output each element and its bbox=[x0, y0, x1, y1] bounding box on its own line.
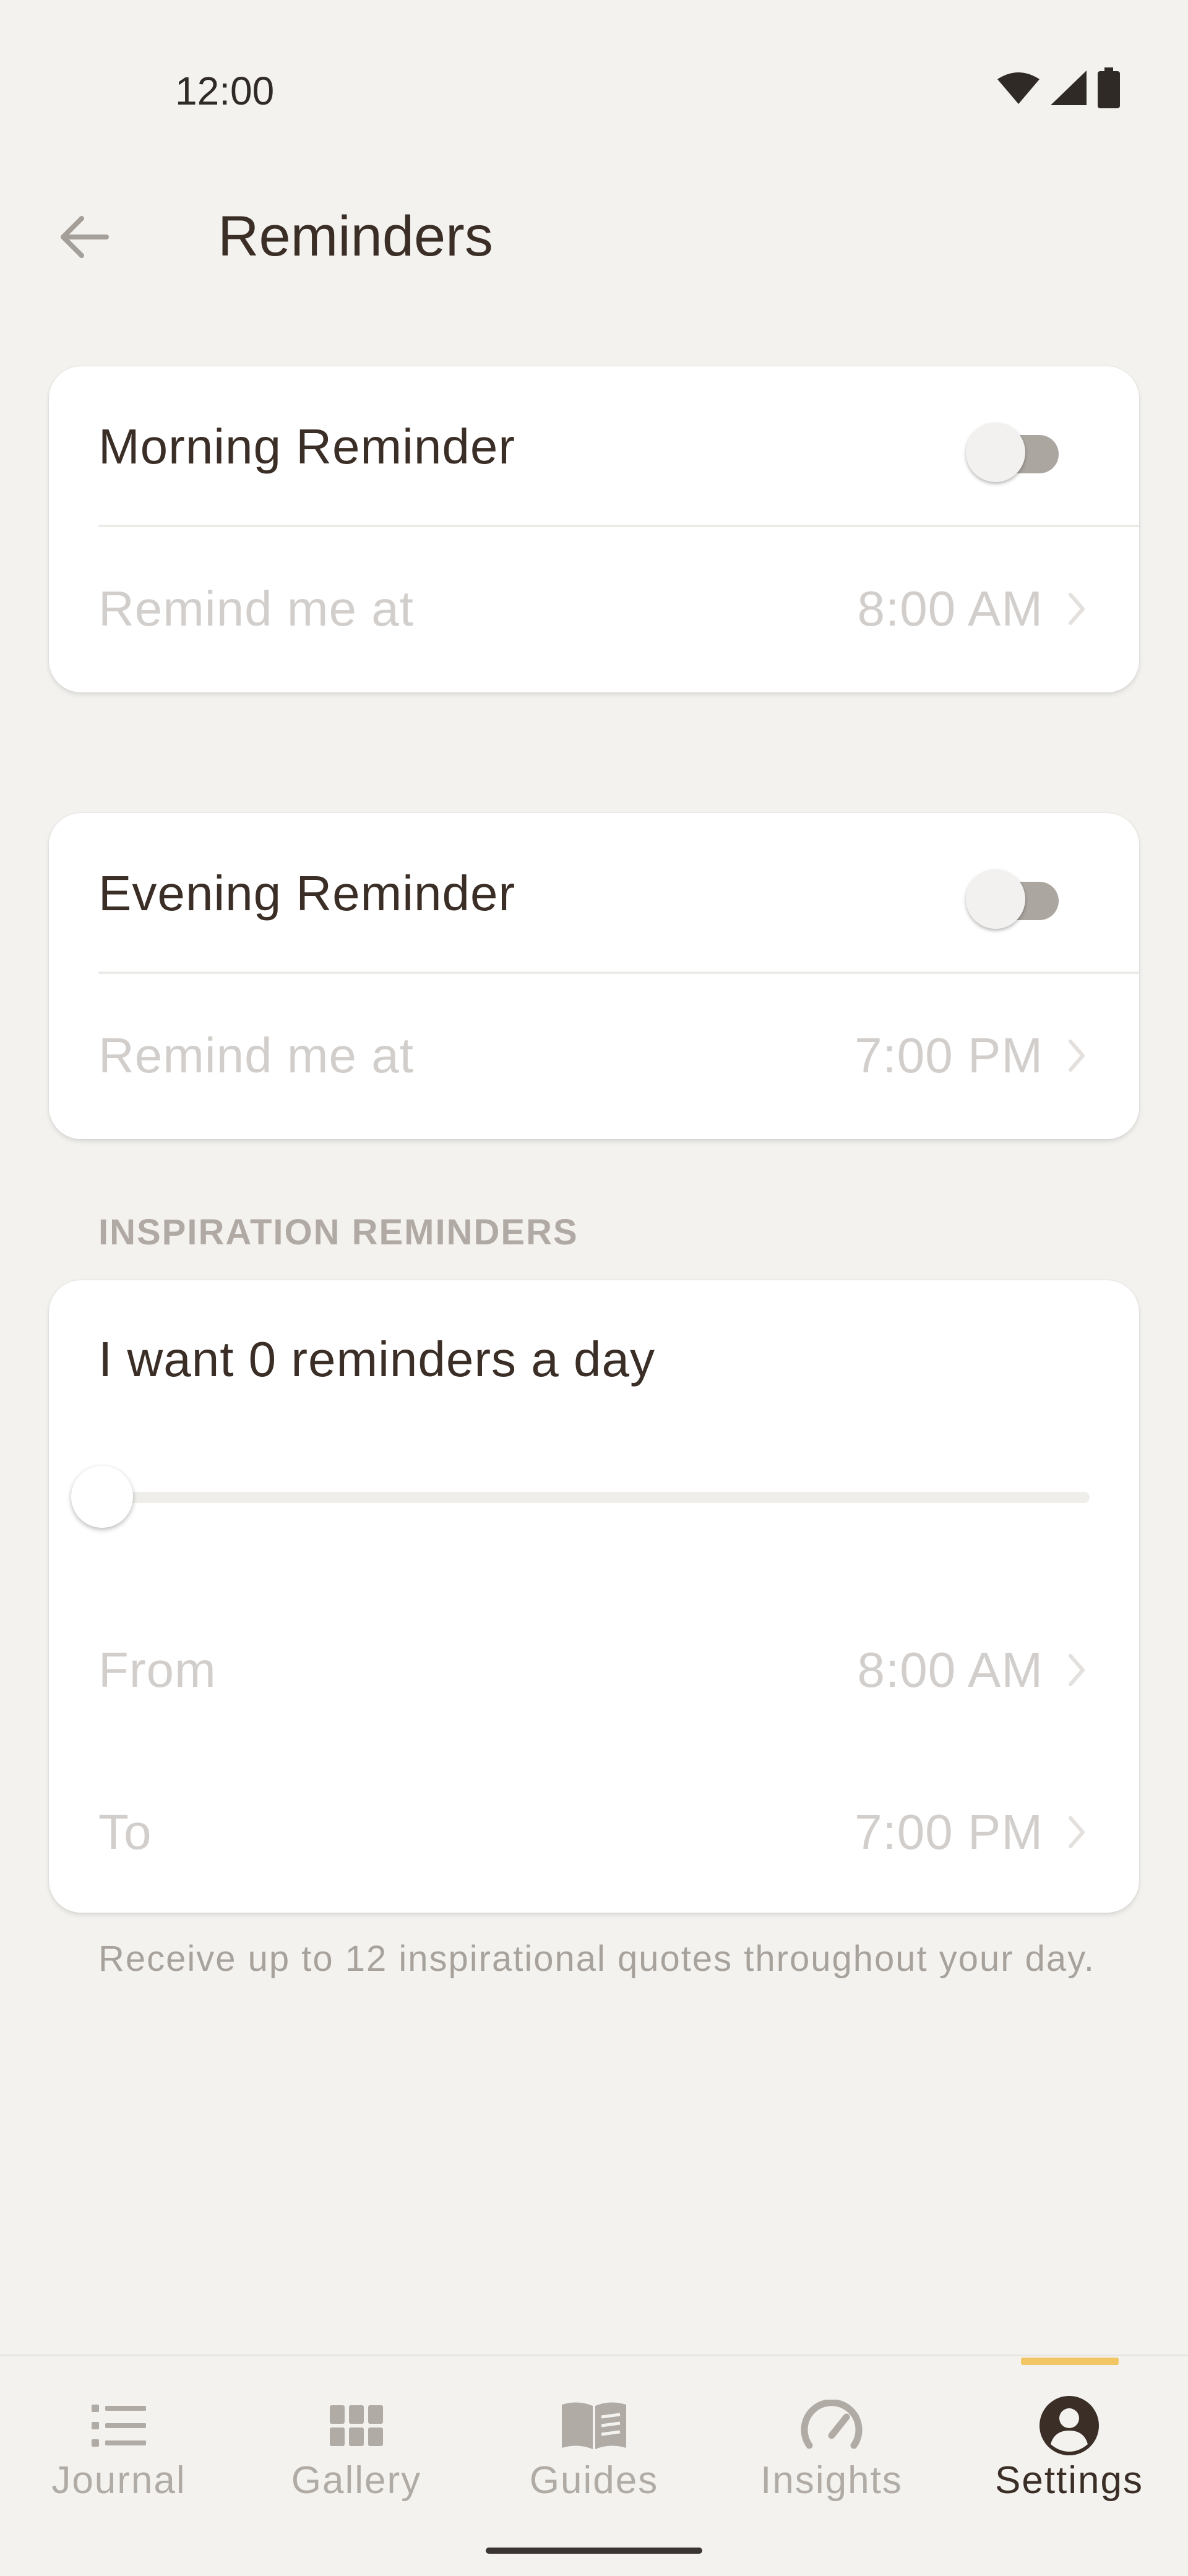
from-time-row[interactable]: From 8:00 AM bbox=[98, 1590, 1139, 1751]
morning-reminder-toggle[interactable] bbox=[966, 419, 1059, 482]
account-circle-icon bbox=[1032, 2389, 1106, 2463]
status-time: 12:00 bbox=[175, 69, 275, 113]
section-header-inspiration: INSPIRATION REMINDERS bbox=[98, 1212, 579, 1252]
to-time-value: 7:00 PM bbox=[854, 1804, 1043, 1859]
page-title: Reminders bbox=[218, 205, 493, 268]
morning-time-value: 8:00 AM bbox=[857, 581, 1043, 636]
chevron-right-icon bbox=[1067, 1037, 1092, 1074]
morning-reminder-row[interactable]: Morning Reminder bbox=[98, 366, 1139, 527]
status-icons bbox=[996, 67, 1121, 111]
wifi-icon bbox=[996, 71, 1041, 108]
battery-icon bbox=[1096, 67, 1121, 111]
inspiration-helper-text: Receive up to 12 inspirational quotes th… bbox=[98, 1939, 1096, 1979]
nav-item-gallery[interactable]: Gallery bbox=[238, 2356, 475, 2542]
divider bbox=[98, 971, 1139, 974]
evening-reminder-row[interactable]: Evening Reminder bbox=[98, 813, 1139, 974]
toggle-thumb bbox=[966, 869, 1025, 929]
chevron-right-icon bbox=[1067, 1652, 1092, 1689]
chevron-right-icon bbox=[1067, 1814, 1092, 1851]
reminder-count-row: I want 0 reminders a day bbox=[98, 1280, 1139, 1439]
reminder-count-slider-track[interactable] bbox=[102, 1492, 1090, 1503]
nav-item-settings[interactable]: Settings bbox=[950, 2356, 1188, 2542]
evening-reminder-card: Evening Reminder Remind me at 7:00 PM bbox=[49, 813, 1139, 1139]
morning-time-label: Remind me at bbox=[98, 581, 414, 636]
nav-label-guides: Guides bbox=[529, 2459, 659, 2502]
to-label: To bbox=[98, 1804, 152, 1859]
bottom-navigation: Journal Gallery Guides Insights Settings bbox=[0, 2354, 1188, 2576]
reminder-count-slider-thumb[interactable] bbox=[71, 1466, 133, 1528]
book-icon bbox=[557, 2389, 631, 2463]
evening-time-label: Remind me at bbox=[98, 1028, 414, 1083]
to-time-row[interactable]: To 7:00 PM bbox=[98, 1752, 1139, 1913]
morning-reminder-card: Morning Reminder Remind me at 8:00 AM bbox=[49, 366, 1139, 692]
nav-label-insights: Insights bbox=[760, 2459, 903, 2502]
home-indicator[interactable] bbox=[486, 2548, 702, 2554]
toggle-thumb bbox=[966, 423, 1025, 482]
nav-item-journal[interactable]: Journal bbox=[0, 2356, 238, 2542]
nav-item-insights[interactable]: Insights bbox=[713, 2356, 950, 2542]
morning-reminder-title: Morning Reminder bbox=[98, 419, 516, 474]
nav-item-guides[interactable]: Guides bbox=[475, 2356, 713, 2542]
evening-time-value: 7:00 PM bbox=[854, 1028, 1043, 1083]
status-bar: 12:00 bbox=[0, 0, 1188, 161]
chevron-right-icon bbox=[1067, 590, 1092, 627]
divider bbox=[98, 525, 1139, 527]
from-label: From bbox=[98, 1642, 217, 1697]
from-time-value: 8:00 AM bbox=[857, 1642, 1043, 1697]
nav-label-settings: Settings bbox=[994, 2459, 1144, 2502]
morning-time-row[interactable]: Remind me at 8:00 AM bbox=[98, 528, 1139, 689]
grid-icon bbox=[319, 2389, 394, 2463]
app-bar: Reminders bbox=[0, 161, 1188, 309]
evening-reminder-title: Evening Reminder bbox=[98, 866, 516, 921]
inspiration-card: I want 0 reminders a day From 8:00 AM To… bbox=[49, 1280, 1139, 1913]
evening-time-row[interactable]: Remind me at 7:00 PM bbox=[98, 975, 1139, 1136]
nav-label-journal: Journal bbox=[51, 2459, 186, 2502]
signal-icon bbox=[1049, 69, 1088, 110]
arrow-left-icon bbox=[56, 212, 111, 265]
gauge-icon bbox=[794, 2389, 869, 2463]
evening-reminder-toggle[interactable] bbox=[966, 866, 1059, 929]
back-button[interactable] bbox=[43, 198, 124, 278]
reminder-count-text: I want 0 reminders a day bbox=[98, 1332, 655, 1387]
list-icon bbox=[82, 2389, 156, 2463]
nav-label-gallery: Gallery bbox=[291, 2459, 422, 2502]
